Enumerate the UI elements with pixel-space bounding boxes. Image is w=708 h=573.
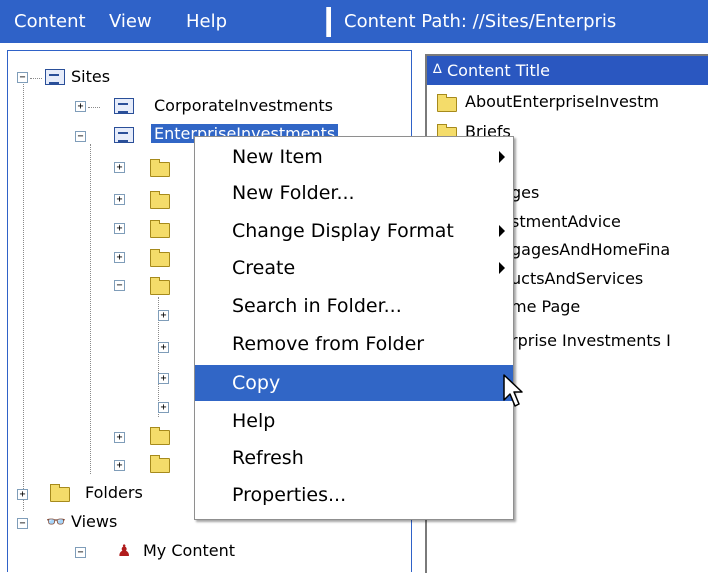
menu-item-label: Change Display Format bbox=[232, 220, 454, 242]
collapse-icon[interactable]: − bbox=[114, 280, 125, 291]
expand-icon[interactable]: + bbox=[158, 342, 169, 353]
list-item[interactable]: stmentAdvice bbox=[511, 212, 621, 231]
menu-content[interactable]: Content bbox=[14, 11, 86, 32]
tree-item-corporate-investments[interactable]: CorporateInvestments bbox=[154, 96, 333, 115]
collapse-icon[interactable]: − bbox=[17, 518, 28, 529]
pointer-cursor-icon bbox=[503, 374, 523, 407]
menu-item-properties[interactable]: Properties... bbox=[195, 477, 513, 513]
collapse-icon[interactable]: − bbox=[75, 131, 86, 142]
folder-icon[interactable] bbox=[150, 455, 170, 473]
column-header-label: Content Title bbox=[447, 61, 551, 80]
column-header-content-title[interactable]: ∆ Content Title bbox=[427, 56, 708, 85]
menu-item-new-item[interactable]: New Item bbox=[195, 139, 513, 175]
tree-line bbox=[30, 78, 42, 79]
expand-icon[interactable]: + bbox=[114, 252, 125, 263]
menu-item-label: Search in Folder... bbox=[232, 295, 402, 317]
folder-icon bbox=[437, 94, 457, 112]
expand-icon[interactable]: + bbox=[114, 460, 125, 471]
menu-item-remove-from-folder[interactable]: Remove from Folder bbox=[195, 326, 513, 362]
folders-icon bbox=[50, 484, 70, 502]
menu-item-label: Help bbox=[232, 410, 276, 432]
expand-icon[interactable]: + bbox=[17, 489, 28, 500]
expand-icon[interactable]: + bbox=[114, 432, 125, 443]
tree-item-views[interactable]: Views bbox=[71, 512, 117, 531]
folder-icon[interactable] bbox=[150, 191, 170, 209]
folder-icon[interactable] bbox=[150, 277, 170, 295]
menu-item-label: Create bbox=[232, 257, 296, 279]
tree-line bbox=[23, 81, 24, 511]
expand-icon[interactable]: + bbox=[158, 373, 169, 384]
list-item[interactable]: rprise Investments I bbox=[511, 331, 671, 350]
tree-item-sites[interactable]: Sites bbox=[71, 67, 110, 86]
sort-indicator-icon: ∆ bbox=[433, 62, 442, 77]
expand-icon[interactable]: + bbox=[158, 310, 169, 321]
menu-item-search-in-folder[interactable]: Search in Folder... bbox=[195, 288, 513, 324]
list-item[interactable]: uctsAndServices bbox=[511, 269, 643, 288]
expand-icon[interactable]: + bbox=[158, 402, 169, 413]
menu-item-refresh[interactable]: Refresh bbox=[195, 440, 513, 476]
collapse-icon[interactable]: − bbox=[17, 72, 28, 83]
menu-item-help[interactable]: Help bbox=[195, 403, 513, 439]
menu-item-create[interactable]: Create bbox=[195, 250, 513, 286]
collapse-icon[interactable]: − bbox=[75, 547, 86, 558]
content-path: Content Path: //Sites/Enterpris bbox=[344, 11, 616, 32]
menu-item-label: New Item bbox=[232, 146, 323, 168]
top-menu-bar: Content View Help Content Path: //Sites/… bbox=[0, 0, 708, 43]
submenu-arrow-icon bbox=[499, 151, 505, 163]
tree-line bbox=[88, 107, 100, 108]
user-icon: ♟ bbox=[117, 541, 132, 560]
list-item[interactable]: ges bbox=[511, 183, 539, 202]
menu-item-label: Properties... bbox=[232, 484, 347, 506]
menu-help[interactable]: Help bbox=[186, 11, 227, 32]
menu-item-label: Remove from Folder bbox=[232, 333, 425, 355]
menu-item-change-display-format[interactable]: Change Display Format bbox=[195, 213, 513, 249]
binoculars-icon: 👓 bbox=[46, 512, 66, 531]
folder-icon[interactable] bbox=[150, 220, 170, 238]
content-path-label: Content Path: bbox=[344, 11, 467, 32]
folder-icon[interactable] bbox=[150, 249, 170, 267]
context-menu[interactable]: New Item New Folder... Change Display Fo… bbox=[194, 136, 514, 520]
submenu-arrow-icon bbox=[499, 225, 505, 237]
content-path-value: //Sites/Enterpris bbox=[472, 11, 617, 32]
tree-item-my-content[interactable]: My Content bbox=[143, 541, 235, 560]
list-item[interactable]: AboutEnterpriseInvestm bbox=[465, 92, 659, 111]
tree-line bbox=[90, 144, 91, 474]
site-icon bbox=[114, 98, 134, 114]
menu-item-new-folder[interactable]: New Folder... bbox=[195, 175, 513, 211]
expand-icon[interactable]: + bbox=[114, 194, 125, 205]
folder-icon[interactable] bbox=[150, 427, 170, 445]
expand-icon[interactable]: + bbox=[114, 223, 125, 234]
toolbar-grip[interactable] bbox=[326, 7, 331, 37]
list-item[interactable]: gagesAndHomeFina bbox=[511, 240, 670, 259]
site-icon bbox=[45, 69, 65, 85]
menu-item-label: New Folder... bbox=[232, 182, 355, 204]
site-icon bbox=[114, 127, 134, 143]
expand-icon[interactable]: + bbox=[75, 101, 86, 112]
menu-item-copy[interactable]: Copy bbox=[195, 365, 513, 401]
list-item[interactable]: me Page bbox=[511, 297, 580, 316]
submenu-arrow-icon bbox=[499, 262, 505, 274]
menu-item-label: Refresh bbox=[232, 447, 304, 469]
tree-item-folders[interactable]: Folders bbox=[85, 483, 143, 502]
menu-item-label: Copy bbox=[232, 372, 281, 394]
expand-icon[interactable]: + bbox=[114, 162, 125, 173]
folder-icon[interactable] bbox=[150, 159, 170, 177]
menu-view[interactable]: View bbox=[109, 11, 152, 32]
